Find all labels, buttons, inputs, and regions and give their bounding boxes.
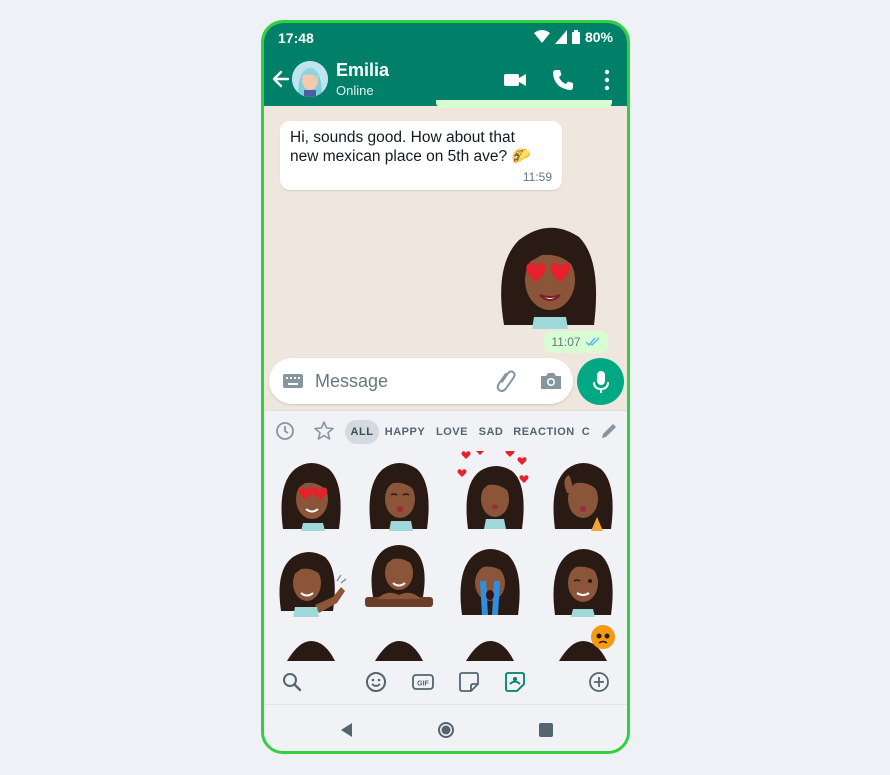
message-time: 11:07 xyxy=(551,335,581,349)
system-nav-bar xyxy=(264,704,627,751)
tab-all[interactable]: ALL xyxy=(345,420,379,444)
tab-sad[interactable]: SAD xyxy=(478,420,504,444)
nav-back-icon[interactable] xyxy=(337,720,357,740)
outgoing-message-meta: 11:07 xyxy=(544,331,608,353)
sent-sticker[interactable] xyxy=(494,225,604,329)
sticker-kiss[interactable] xyxy=(363,459,435,531)
mic-icon xyxy=(592,370,609,393)
sticker-partial[interactable] xyxy=(275,631,347,661)
add-icon[interactable] xyxy=(587,670,611,694)
nav-recents-icon[interactable] xyxy=(536,720,556,740)
back-arrow-icon[interactable] xyxy=(270,67,292,91)
chat-header: Emilia Online xyxy=(264,53,627,106)
avatar-sticker-icon[interactable] xyxy=(503,670,527,694)
emoji-icon[interactable] xyxy=(364,670,388,694)
signal-icon xyxy=(554,30,567,44)
favorites-star-icon[interactable] xyxy=(313,420,335,442)
tab-love[interactable]: LOVE xyxy=(436,420,468,444)
sticker-partial[interactable] xyxy=(363,631,435,661)
camera-icon[interactable] xyxy=(539,369,563,393)
sticker-blowing-hearts[interactable] xyxy=(454,451,536,531)
attach-icon[interactable] xyxy=(494,369,518,393)
phone-frame: 17:48 80% Emilia Online Hi, sounds good.… xyxy=(261,20,630,754)
sticker-wave[interactable] xyxy=(275,545,347,617)
more-options-icon[interactable] xyxy=(594,67,620,93)
sticker-panel: ALL HAPPY LOVE SAD REACTION C GIF xyxy=(264,410,627,705)
mic-button[interactable] xyxy=(577,358,624,405)
recent-clock-icon[interactable] xyxy=(274,420,296,442)
message-input[interactable] xyxy=(315,366,485,396)
read-receipt-icon xyxy=(585,337,600,347)
sticker-partial[interactable] xyxy=(454,631,526,661)
edit-pencil-icon[interactable] xyxy=(598,420,620,442)
stickers-grid xyxy=(264,451,627,661)
status-time: 17:48 xyxy=(278,30,314,46)
previous-message-edge xyxy=(436,100,612,108)
contact-name[interactable]: Emilia xyxy=(336,60,389,81)
sticker-heart-eyes[interactable] xyxy=(275,459,347,531)
phone-call-icon[interactable] xyxy=(550,67,576,93)
search-icon[interactable] xyxy=(280,670,304,694)
sticker-wink[interactable] xyxy=(547,545,619,617)
svg-text:GIF: GIF xyxy=(417,681,429,688)
tab-partial[interactable]: C xyxy=(580,420,592,444)
avatar[interactable] xyxy=(292,61,328,97)
keyboard-icon[interactable] xyxy=(282,371,304,391)
sticker-wink-kiss[interactable] xyxy=(547,459,619,531)
sticker-partial-with-emoji[interactable] xyxy=(547,619,619,661)
sticker-icon[interactable] xyxy=(457,670,481,694)
emoji-bottom-bar: GIF xyxy=(264,661,627,705)
message-text-line: Hi, sounds good. How about that xyxy=(290,129,515,146)
sticker-crying[interactable] xyxy=(454,545,526,617)
message-text-line: new mexican place on 5th ave? 🌮 xyxy=(290,148,531,165)
gif-icon[interactable]: GIF xyxy=(411,670,435,694)
sticker-lying-down[interactable] xyxy=(363,541,435,613)
composer xyxy=(264,358,627,410)
incoming-message[interactable]: Hi, sounds good. How about that new mexi… xyxy=(280,121,562,190)
tab-reaction[interactable]: REACTION xyxy=(513,420,574,444)
tab-happy[interactable]: HAPPY xyxy=(385,420,425,444)
video-call-icon[interactable] xyxy=(502,67,528,93)
battery-level: 80% xyxy=(584,29,613,45)
battery-icon xyxy=(571,30,580,44)
sticker-category-bar: ALL HAPPY LOVE SAD REACTION C xyxy=(264,411,627,451)
message-text: Hi, sounds good. How about that new mexi… xyxy=(290,128,540,166)
wifi-icon xyxy=(533,30,550,43)
nav-home-icon[interactable] xyxy=(436,720,456,740)
message-input-container xyxy=(269,358,573,404)
message-time: 11:59 xyxy=(522,170,552,184)
contact-status: Online xyxy=(336,83,374,98)
status-icons: 80% xyxy=(533,29,613,45)
status-bar: 17:48 80% xyxy=(264,23,627,53)
